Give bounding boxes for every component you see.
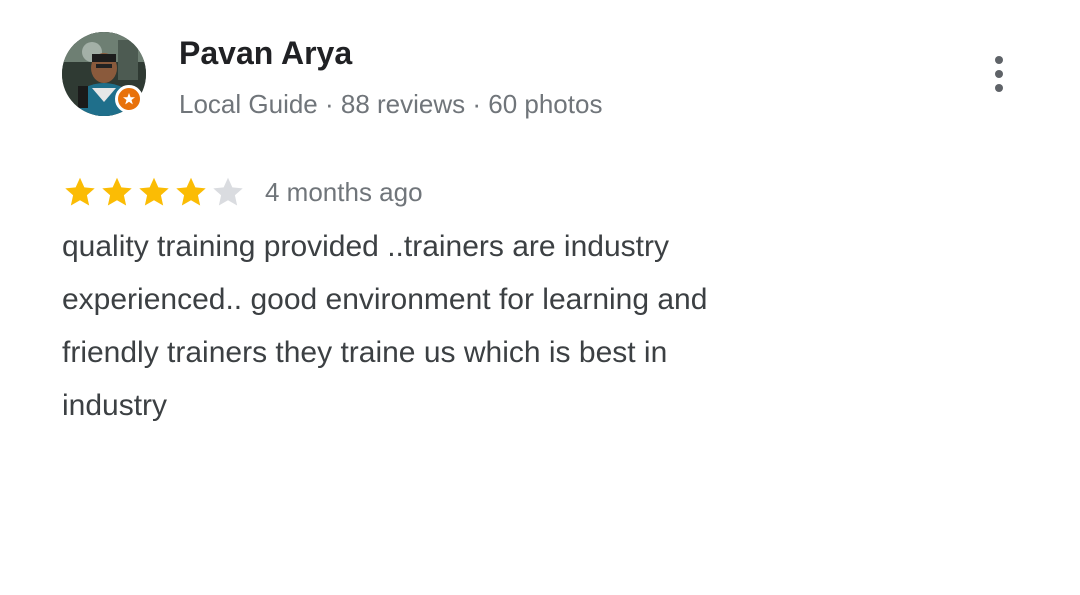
review-card: Pavan Arya Local Guide · 88 reviews · 60… xyxy=(0,0,1080,595)
local-guide-badge-icon xyxy=(115,85,143,113)
review-text: quality training provided ..trainers are… xyxy=(62,230,708,422)
star-filled-icon xyxy=(176,177,206,206)
more-options-button[interactable] xyxy=(978,52,1020,96)
star-rating xyxy=(62,174,247,210)
star-filled-icon xyxy=(65,177,95,206)
avatar[interactable] xyxy=(62,32,146,116)
reviewer-name[interactable]: Pavan Arya xyxy=(179,34,352,72)
star-empty-icon xyxy=(213,177,243,206)
review-date: 4 months ago xyxy=(265,177,423,207)
rating-row: 4 months ago xyxy=(62,172,423,212)
star-filled-icon xyxy=(102,177,132,206)
more-vert-icon xyxy=(995,56,1003,92)
reviewer-meta: Local Guide · 88 reviews · 60 photos xyxy=(179,89,603,119)
star-filled-icon xyxy=(139,177,169,206)
